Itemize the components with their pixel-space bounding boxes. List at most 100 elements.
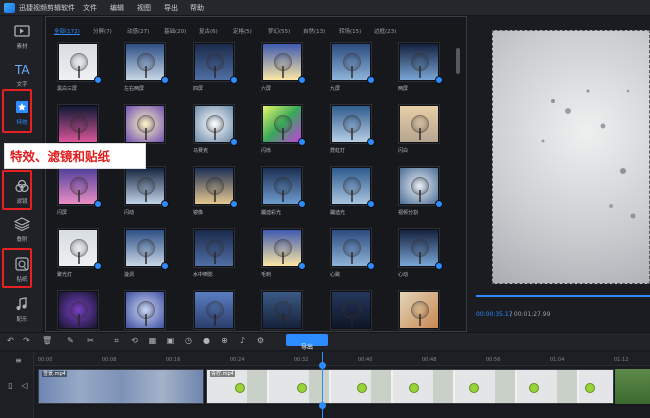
menu-edit[interactable]: 编辑 xyxy=(110,4,124,12)
zoom-icon[interactable]: ⊕ xyxy=(220,336,229,345)
frame-icon[interactable]: ▣ xyxy=(166,336,175,345)
effect-card[interactable] xyxy=(398,228,443,270)
effect-card[interactable] xyxy=(193,42,238,84)
effect-card[interactable] xyxy=(398,104,440,144)
effect-card[interactable] xyxy=(57,166,102,208)
sidebar-item-overlay[interactable]: 叠附 xyxy=(4,213,40,249)
download-icon[interactable] xyxy=(298,262,306,270)
effect-thumbnail xyxy=(400,106,438,142)
menu-help[interactable]: 帮助 xyxy=(190,4,204,12)
tab-9[interactable]: 边框(23) xyxy=(374,29,396,36)
speed-icon[interactable]: ◷ xyxy=(184,336,193,345)
effect-card[interactable] xyxy=(330,166,375,208)
effect-card[interactable] xyxy=(193,104,238,146)
export-button[interactable]: 导出 xyxy=(286,334,328,351)
tab-2[interactable]: 动感(27) xyxy=(127,29,149,36)
tab-8[interactable]: 转场(15) xyxy=(339,29,361,36)
tab-1[interactable]: 分屏(7) xyxy=(93,29,112,36)
download-icon[interactable] xyxy=(298,200,306,208)
effect-card[interactable] xyxy=(398,42,443,84)
sidebar-item-music[interactable]: 配乐 xyxy=(4,293,40,329)
effect-card[interactable] xyxy=(261,42,306,84)
effect-card[interactable] xyxy=(261,104,306,146)
effect-card[interactable] xyxy=(57,104,99,144)
playhead-handle[interactable] xyxy=(319,402,326,409)
effect-card[interactable] xyxy=(330,104,375,146)
record-icon[interactable]: ● xyxy=(202,336,211,345)
track-options-icon[interactable]: ≡ xyxy=(14,356,23,365)
effect-card[interactable] xyxy=(124,228,169,270)
download-icon[interactable] xyxy=(161,76,169,84)
download-icon[interactable] xyxy=(367,76,375,84)
sidebar-item-filter[interactable]: 滤镜 xyxy=(2,170,40,211)
effect-card[interactable] xyxy=(193,228,235,268)
download-icon[interactable] xyxy=(435,76,443,84)
effect-thumbnail xyxy=(400,168,438,204)
download-icon[interactable] xyxy=(94,200,102,208)
effect-card[interactable] xyxy=(124,290,166,330)
tab-7[interactable]: 自然(13) xyxy=(303,29,325,36)
tree-trunk-icon xyxy=(145,252,147,264)
clip-grass[interactable] xyxy=(615,369,650,404)
download-icon[interactable] xyxy=(298,138,306,146)
effect-card[interactable] xyxy=(261,290,303,330)
sidebar-item-sticker[interactable]: 贴纸 xyxy=(2,248,40,289)
mosaic-icon[interactable]: ▦ xyxy=(148,336,157,345)
download-icon[interactable] xyxy=(94,76,102,84)
preview-progress-bar[interactable] xyxy=(476,295,650,297)
effect-card[interactable] xyxy=(124,42,169,84)
effect-card[interactable] xyxy=(330,228,375,270)
download-icon[interactable] xyxy=(230,138,238,146)
effect-card[interactable] xyxy=(261,166,306,208)
download-icon[interactable] xyxy=(367,262,375,270)
sidebar-item-media[interactable]: 素材 xyxy=(4,20,40,56)
tab-3[interactable]: 基础(20) xyxy=(164,29,186,36)
clip-lime[interactable]: 青柠.mp4 xyxy=(206,369,614,404)
settings-icon[interactable]: ⚙ xyxy=(256,336,265,345)
download-icon[interactable] xyxy=(435,262,443,270)
delete-icon[interactable]: 🗑 xyxy=(42,336,52,345)
effect-card[interactable] xyxy=(193,290,235,330)
download-icon[interactable] xyxy=(161,200,169,208)
effect-card[interactable] xyxy=(398,166,443,208)
redo-icon[interactable]: ↷ xyxy=(22,336,31,345)
library-scrollbar[interactable] xyxy=(456,48,460,74)
tree-trunk-icon xyxy=(351,128,353,140)
tab-0[interactable]: 全部(172) xyxy=(54,29,80,36)
download-icon[interactable] xyxy=(230,76,238,84)
download-icon[interactable] xyxy=(435,200,443,208)
effect-card[interactable] xyxy=(193,166,238,208)
edit-icon[interactable]: ✎ xyxy=(66,336,75,345)
tab-6[interactable]: 梦幻(55) xyxy=(268,29,290,36)
download-icon[interactable] xyxy=(367,200,375,208)
effect-card[interactable] xyxy=(261,228,306,270)
menu-view[interactable]: 视图 xyxy=(137,4,151,12)
menu-export[interactable]: 导出 xyxy=(164,4,178,12)
tab-5[interactable]: 定格(5) xyxy=(233,29,252,36)
download-icon[interactable] xyxy=(230,200,238,208)
track-mute-icon[interactable]: ◁ xyxy=(20,381,29,390)
download-icon[interactable] xyxy=(161,262,169,270)
crop-icon[interactable]: ⌗ xyxy=(112,336,121,345)
effect-card[interactable] xyxy=(330,42,375,84)
sidebar-item-effects[interactable]: 特效 xyxy=(2,89,40,133)
menu-file[interactable]: 文件 xyxy=(83,4,97,12)
download-icon[interactable] xyxy=(298,76,306,84)
split-icon[interactable]: ✂ xyxy=(86,336,95,345)
effect-card[interactable] xyxy=(124,166,169,208)
effect-card[interactable] xyxy=(124,104,166,144)
audio-icon[interactable]: ♪ xyxy=(238,336,247,345)
tab-4[interactable]: 复古(6) xyxy=(199,29,218,36)
clip-snow[interactable]: 雪景.mp4 xyxy=(38,369,204,404)
download-icon[interactable] xyxy=(94,262,102,270)
effect-card[interactable] xyxy=(57,290,99,330)
track-eye-icon[interactable]: ▯ xyxy=(6,381,15,390)
undo-icon[interactable]: ↶ xyxy=(6,336,15,345)
playhead-handle[interactable] xyxy=(319,362,326,369)
rotate-icon[interactable]: ⟲ xyxy=(130,336,139,345)
download-icon[interactable] xyxy=(367,138,375,146)
effect-card[interactable] xyxy=(57,42,102,84)
effect-card[interactable] xyxy=(398,290,440,330)
effect-card[interactable] xyxy=(57,228,102,270)
effect-card[interactable] xyxy=(330,290,372,330)
